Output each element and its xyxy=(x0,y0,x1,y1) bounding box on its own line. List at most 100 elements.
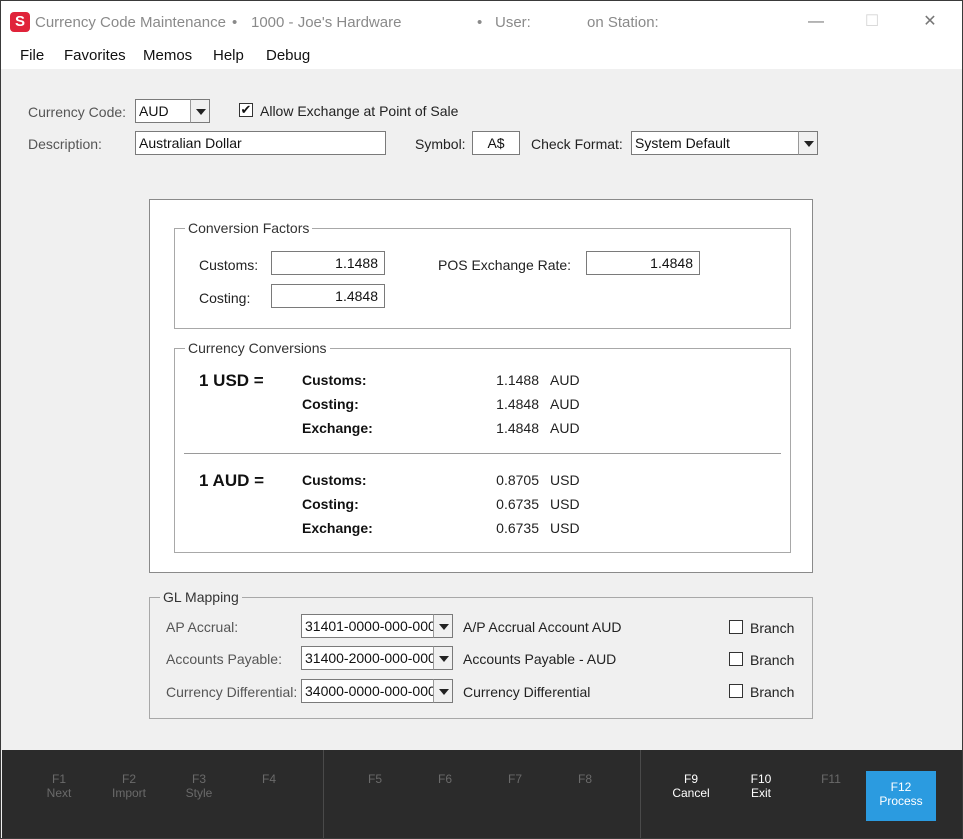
costing-factor-field[interactable]: 1.4848 xyxy=(271,284,385,308)
f7-button[interactable]: F7 xyxy=(480,772,550,822)
f8-button[interactable]: F8 xyxy=(550,772,620,822)
accounts-payable-description: Accounts Payable - AUD xyxy=(463,651,617,667)
app-logo-icon: S xyxy=(10,12,30,32)
accounts-payable-label: Accounts Payable: xyxy=(166,651,282,667)
f1-key-label: F1 xyxy=(51,772,66,786)
usd-costing-value: 1.4848 xyxy=(496,396,539,412)
f2-import-button[interactable]: F2 Import xyxy=(94,772,164,822)
currency-differential-branch-label: Branch xyxy=(750,684,795,700)
aud-exchange-value: 0.6735 xyxy=(496,520,539,536)
currency-differential-description: Currency Differential xyxy=(463,684,591,700)
f5-key-label: F5 xyxy=(367,772,382,786)
accounts-payable-branch-checkbox[interactable] xyxy=(729,652,743,666)
check-format-select[interactable]: System Default xyxy=(631,131,799,155)
function-key-divider xyxy=(323,750,324,838)
currency-differential-dropdown-button[interactable] xyxy=(433,679,453,703)
ap-accrual-account-select[interactable]: 31401-0000-000-000 xyxy=(301,614,434,638)
f6-button[interactable]: F6 xyxy=(410,772,480,822)
menu-favorites[interactable]: Favorites xyxy=(64,47,126,64)
f12-process-button[interactable]: F12 Process xyxy=(866,771,936,821)
currency-differential-account-select[interactable]: 34000-0000-000-000 xyxy=(301,679,434,703)
f10-exit-button[interactable]: F10 Exit xyxy=(726,772,796,822)
f3-style-button[interactable]: F3 Style xyxy=(164,772,234,822)
pos-exchange-rate-field[interactable]: 1.4848 xyxy=(586,251,700,275)
usd-customs-label: Customs: xyxy=(302,372,367,388)
currency-differential-label: Currency Differential: xyxy=(166,684,298,700)
conversion-factors-title: Conversion Factors xyxy=(185,220,313,236)
ap-accrual-branch-checkbox[interactable] xyxy=(729,620,743,634)
aud-customs-value: 0.8705 xyxy=(496,472,539,488)
menu-file[interactable]: File xyxy=(20,47,44,64)
f4-key-label: F4 xyxy=(261,772,276,786)
accounts-payable-dropdown-button[interactable] xyxy=(433,646,453,670)
aud-exchange-currency: USD xyxy=(550,520,580,536)
f6-key-label: F6 xyxy=(437,772,452,786)
f9-key-label: F9 xyxy=(683,772,698,786)
title-separator: • xyxy=(477,14,483,31)
ap-accrual-branch-label: Branch xyxy=(750,620,795,636)
title-separator: • xyxy=(232,14,238,31)
function-key-divider xyxy=(640,750,641,838)
f12-key-label: F12 xyxy=(890,780,912,794)
currency-differential-branch-checkbox[interactable] xyxy=(729,684,743,698)
usd-customs-currency: AUD xyxy=(550,372,580,388)
aud-costing-currency: USD xyxy=(550,496,580,512)
ap-accrual-dropdown-button[interactable] xyxy=(433,614,453,638)
check-format-label: Check Format: xyxy=(531,136,623,152)
menu-memos[interactable]: Memos xyxy=(143,47,192,64)
gl-mapping-group: GL Mapping AP Accrual: 31401-0000-000-00… xyxy=(149,589,813,719)
allow-exchange-checkbox[interactable]: ✔ xyxy=(239,103,253,117)
check-format-dropdown-button[interactable] xyxy=(798,131,818,155)
currency-code-label: Currency Code: xyxy=(28,104,127,120)
function-key-bar: F1 Next F2 Import F3 Style F4 F5 F6 F7 F… xyxy=(2,750,962,838)
currency-code-dropdown-button[interactable] xyxy=(190,99,210,123)
menu-help[interactable]: Help xyxy=(213,47,244,64)
gl-mapping-title: GL Mapping xyxy=(160,589,242,605)
usd-customs-value: 1.1488 xyxy=(496,372,539,388)
pos-exchange-rate-label: POS Exchange Rate: xyxy=(438,257,572,273)
f11-key-label: F11 xyxy=(821,772,841,786)
allow-exchange-label: Allow Exchange at Point of Sale xyxy=(260,103,459,119)
usd-costing-label: Costing: xyxy=(302,396,359,412)
f12-action-label: Process xyxy=(879,794,923,808)
user-label: User: xyxy=(495,14,531,31)
conversions-divider xyxy=(184,453,781,454)
f3-key-label: F3 xyxy=(191,772,206,786)
usd-conversion-header: 1 USD = xyxy=(199,371,264,390)
costing-factor-label: Costing: xyxy=(199,290,251,306)
minimize-button[interactable]: — xyxy=(794,7,838,37)
description-field[interactable]: Australian Dollar xyxy=(135,131,386,155)
aud-costing-label: Costing: xyxy=(302,496,359,512)
f10-key-label: F10 xyxy=(750,772,772,786)
customs-factor-label: Customs: xyxy=(199,257,259,273)
f3-action-label: Style xyxy=(185,786,213,800)
customs-factor-field[interactable]: 1.1488 xyxy=(271,251,385,275)
f5-button[interactable]: F5 xyxy=(340,772,410,822)
f4-button[interactable]: F4 xyxy=(234,772,304,822)
f7-key-label: F7 xyxy=(507,772,522,786)
accounts-payable-branch-label: Branch xyxy=(750,652,795,668)
symbol-label: Symbol: xyxy=(415,136,466,152)
aud-costing-value: 0.6735 xyxy=(496,496,539,512)
aud-customs-currency: USD xyxy=(550,472,580,488)
symbol-field[interactable]: A$ xyxy=(472,131,520,155)
f9-cancel-button[interactable]: F9 Cancel xyxy=(656,772,726,822)
f10-action-label: Exit xyxy=(750,786,771,800)
aud-exchange-label: Exchange: xyxy=(302,520,373,536)
menu-bar: File Favorites Memos Help Debug xyxy=(1,43,962,69)
accounts-payable-account-select[interactable]: 31400-2000-000-000 xyxy=(301,646,434,670)
f1-next-button[interactable]: F1 Next xyxy=(24,772,94,822)
close-button[interactable]: ✕ xyxy=(908,7,952,37)
aud-conversion-header: 1 AUD = xyxy=(199,471,265,490)
f2-key-label: F2 xyxy=(121,772,136,786)
usd-exchange-label: Exchange: xyxy=(302,420,373,436)
f1-action-label: Next xyxy=(46,786,72,800)
usd-exchange-currency: AUD xyxy=(550,420,580,436)
menu-debug[interactable]: Debug xyxy=(266,47,310,64)
ap-accrual-description: A/P Accrual Account AUD xyxy=(463,619,622,635)
maximize-button[interactable]: ☐ xyxy=(850,7,894,37)
currency-code-select[interactable]: AUD xyxy=(135,99,191,123)
f8-key-label: F8 xyxy=(577,772,592,786)
currency-conversions-title: Currency Conversions xyxy=(185,340,330,356)
f11-button[interactable]: F11 xyxy=(796,772,866,822)
